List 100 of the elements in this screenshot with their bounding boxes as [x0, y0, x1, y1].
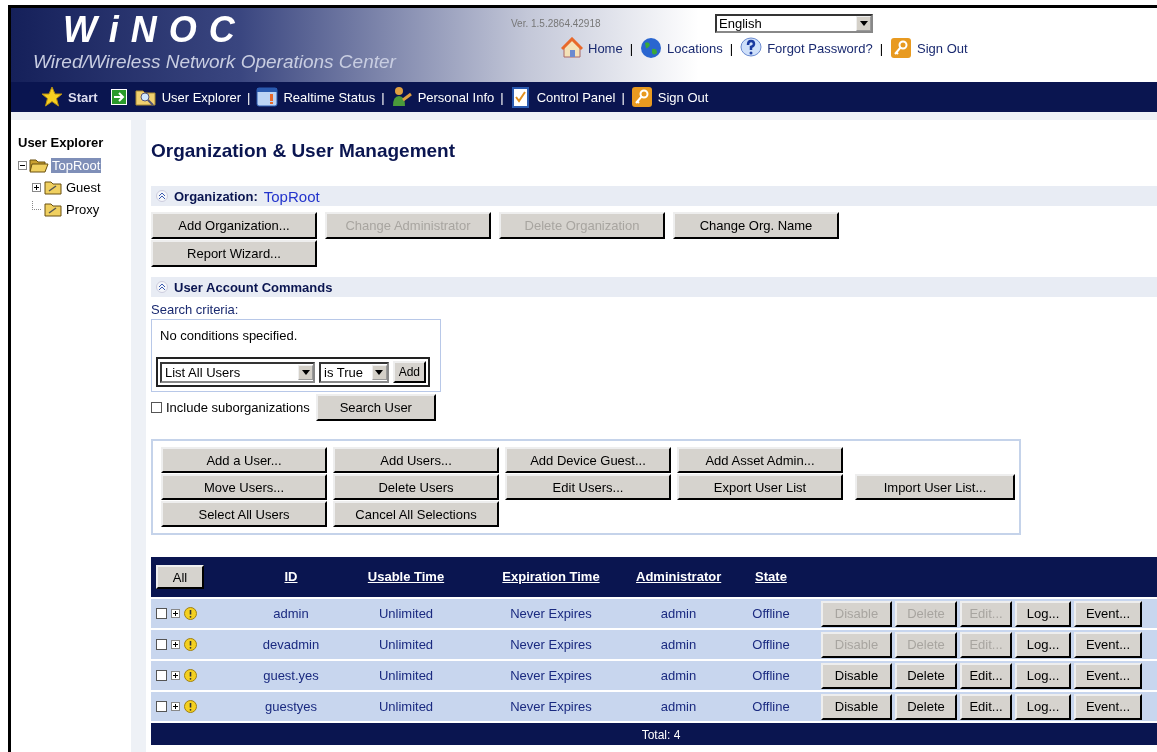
- table-cell-text: Offline: [751, 668, 791, 683]
- column-header[interactable]: Usable Time: [346, 570, 466, 584]
- expander-icon[interactable]: [171, 671, 180, 680]
- checkbox[interactable]: [156, 701, 167, 712]
- org-button[interactable]: Change Org. Name: [673, 212, 839, 239]
- checkbox[interactable]: [151, 402, 162, 413]
- globe-icon: [640, 37, 663, 59]
- table-cell-text: admin: [659, 668, 698, 683]
- dropdown-arrow-icon: [375, 369, 384, 375]
- operator-dropdown[interactable]: is True: [319, 361, 389, 383]
- table-cell-text: Unlimited: [377, 699, 435, 714]
- command-button[interactable]: Select All Users: [161, 501, 327, 527]
- start-link[interactable]: Start: [68, 89, 98, 105]
- command-button[interactable]: Export User List: [677, 474, 843, 500]
- command-button[interactable]: Add Asset Admin...: [677, 447, 843, 473]
- row-action-button[interactable]: Event...: [1074, 662, 1142, 689]
- table-cell-text: Never Expires: [509, 606, 593, 621]
- table-cell-text: devadmin: [261, 637, 321, 652]
- warning-icon: [184, 700, 197, 713]
- nav-link[interactable]: Sign Out: [657, 89, 709, 105]
- row-action-button[interactable]: Log...: [1015, 693, 1071, 720]
- row-action-button[interactable]: Edit...: [960, 693, 1012, 720]
- separator: |: [381, 89, 385, 105]
- table-cell-text: admin: [659, 699, 698, 714]
- command-button[interactable]: Add Device Guest...: [505, 447, 671, 473]
- row-action-button[interactable]: Edit...: [960, 662, 1012, 689]
- tree-item[interactable]: Guest: [65, 179, 102, 195]
- search-label: Search criteria:: [151, 302, 240, 317]
- row-action-button[interactable]: Log...: [1015, 631, 1071, 658]
- version-text: Ver. 1.5.2864.42918: [510, 18, 602, 29]
- command-button[interactable]: Add a User...: [161, 447, 327, 473]
- warning-icon: [184, 607, 197, 620]
- search-button[interactable]: Search User: [315, 394, 436, 421]
- separator: |: [247, 89, 251, 105]
- checkbox[interactable]: [156, 608, 167, 619]
- expander-icon[interactable]: [18, 160, 27, 170]
- folder-icon: [43, 201, 63, 217]
- row-action-button[interactable]: Disable: [821, 662, 892, 689]
- row-action-button[interactable]: Event...: [1074, 631, 1142, 658]
- column-header[interactable]: Administrator: [636, 570, 721, 584]
- column-header[interactable]: Expiration Time: [466, 570, 636, 584]
- header-link[interactable]: Forgot Password?: [767, 40, 873, 56]
- row-action-button[interactable]: Disable: [821, 693, 892, 720]
- table-cell-text: guestyes: [263, 699, 318, 714]
- page-title: Organization & User Management: [151, 140, 457, 162]
- select-all-button[interactable]: All: [156, 565, 204, 589]
- table-cell-text: Unlimited: [377, 637, 435, 652]
- table-cell-text: Offline: [751, 637, 791, 652]
- nav-link[interactable]: Control Panel: [536, 89, 616, 105]
- row-action-button[interactable]: Event...: [1074, 600, 1142, 627]
- language-dropdown[interactable]: English: [715, 14, 873, 33]
- logo: WiNOC: [63, 10, 247, 50]
- row-action-button[interactable]: Event...: [1074, 693, 1142, 720]
- checkbox[interactable]: [156, 670, 167, 681]
- section-title: Organization:: [174, 188, 258, 204]
- row-action-button[interactable]: Delete: [895, 693, 957, 720]
- table-cell-text: guest.yes: [262, 668, 320, 683]
- expander-icon[interactable]: [32, 182, 41, 192]
- house-icon: [561, 37, 583, 59]
- dropdown-arrow-icon: [859, 21, 868, 26]
- field-dropdown[interactable]: List All Users: [160, 361, 316, 383]
- header-link[interactable]: Sign Out: [917, 40, 968, 56]
- row-action-button[interactable]: Log...: [1015, 662, 1071, 689]
- table-cell-text: admin: [659, 606, 698, 621]
- separator: |: [879, 40, 883, 56]
- column-header[interactable]: ID: [236, 570, 346, 584]
- checkbox[interactable]: [156, 639, 167, 650]
- table-cell-text: Unlimited: [377, 606, 435, 621]
- tree-item[interactable]: Proxy: [65, 201, 101, 217]
- add-button[interactable]: Add: [392, 361, 426, 383]
- expander-icon[interactable]: [171, 609, 180, 618]
- nav-link[interactable]: Personal Info: [417, 89, 495, 105]
- command-button[interactable]: Edit Users...: [505, 474, 671, 500]
- person-key-icon: [390, 86, 413, 108]
- nav-link[interactable]: Realtime Status: [283, 89, 376, 105]
- table-cell-text: Never Expires: [509, 699, 593, 714]
- row-action-button[interactable]: Log...: [1015, 600, 1071, 627]
- nav-link[interactable]: User Explorer: [161, 89, 242, 105]
- header-link[interactable]: Home: [588, 40, 623, 56]
- org-button[interactable]: Add Organization...: [151, 212, 317, 239]
- expander-icon[interactable]: [171, 640, 180, 649]
- separator: |: [629, 40, 634, 56]
- warning-icon: [184, 638, 197, 651]
- command-button[interactable]: Move Users...: [161, 474, 327, 500]
- collapse-icon[interactable]: [156, 190, 168, 202]
- column-header[interactable]: State: [721, 570, 821, 584]
- table-cell-text: Unlimited: [377, 668, 435, 683]
- criteria-text: No conditions specified.: [160, 328, 299, 343]
- command-button[interactable]: Import User List...: [855, 474, 1015, 500]
- folder-icon: [43, 179, 63, 195]
- header-link[interactable]: Locations: [667, 40, 723, 56]
- open-folder-icon: [29, 157, 49, 173]
- command-button[interactable]: Delete Users: [333, 474, 499, 500]
- org-button[interactable]: Report Wizard...: [151, 240, 317, 267]
- row-action-button[interactable]: Delete: [895, 662, 957, 689]
- separator: |: [500, 89, 504, 105]
- expander-icon[interactable]: [171, 702, 180, 711]
- command-button[interactable]: Cancel All Selections: [333, 501, 499, 527]
- collapse-icon[interactable]: [156, 281, 168, 293]
- command-button[interactable]: Add Users...: [333, 447, 499, 473]
